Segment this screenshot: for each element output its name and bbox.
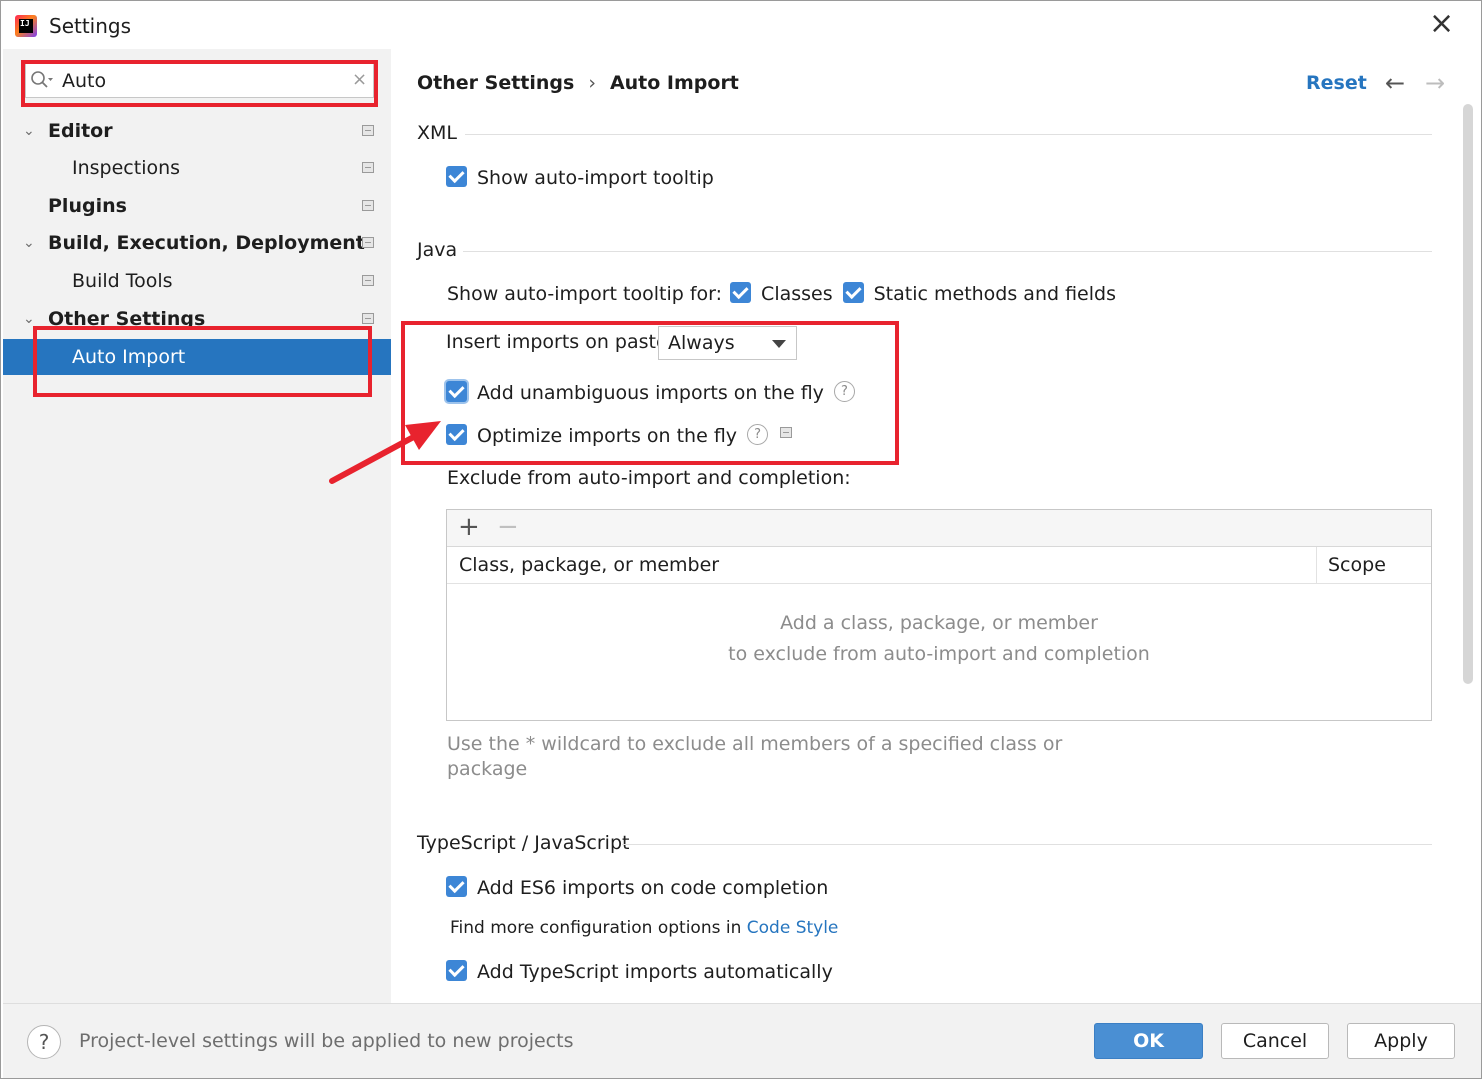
find-more-prefix: Find more configuration options in — [450, 918, 742, 938]
section-title-xml: XML — [417, 122, 457, 144]
checkbox-checked[interactable] — [446, 960, 467, 981]
es6-imports-option[interactable]: Add ES6 imports on code completion — [446, 875, 828, 901]
java-tooltip-for-row: Show auto-import tooltip for: Classes Stat… — [447, 281, 1116, 307]
tooltip-for-label: Show auto-import tooltip for: — [447, 283, 723, 305]
section-divider — [465, 134, 1432, 135]
sidebar-item-label: Editor — [48, 120, 113, 142]
xml-show-tooltip-option[interactable]: Show auto-import tooltip — [446, 165, 714, 191]
status-text: Project-level settings will be applied t… — [79, 1030, 574, 1052]
section-divider — [463, 251, 1432, 252]
settings-window: IJ Settings × × ⌄ Editor Inspections Plu… — [0, 0, 1482, 1079]
sidebar-item-inspections[interactable]: Inspections — [3, 150, 391, 186]
find-more-text: Find more configuration options in Code … — [450, 918, 838, 938]
column-separator[interactable] — [1316, 547, 1317, 584]
checkbox-label: Add ES6 imports on code completion — [477, 877, 829, 899]
settings-content: Other Settings › Auto Import Reset ← → XML… — [391, 49, 1481, 1003]
reset-link[interactable]: Reset — [1306, 72, 1367, 94]
back-arrow-icon[interactable]: ← — [1385, 69, 1405, 97]
column-header-member[interactable]: Class, package, or member — [459, 547, 719, 584]
project-level-icon — [362, 275, 374, 286]
breadcrumb-separator: › — [588, 72, 596, 94]
close-icon[interactable]: × — [1429, 9, 1454, 39]
apply-button[interactable]: Apply — [1347, 1023, 1455, 1059]
help-button[interactable]: ? — [27, 1025, 61, 1059]
project-level-icon — [362, 313, 374, 324]
table-header: Class, package, or member Scope — [447, 547, 1431, 584]
wildcard-hint: Use the * wildcard to exclude all member… — [447, 733, 1063, 755]
dialog-footer: ? Project-level settings will be applied… — [3, 1003, 1481, 1078]
ts-auto-imports-option[interactable]: Add TypeScript imports automatically — [446, 959, 833, 985]
breadcrumb-current: Auto Import — [609, 72, 739, 94]
title-bar: IJ Settings × — [1, 1, 1481, 49]
project-level-icon — [362, 162, 374, 173]
static-methods-label[interactable]: Static methods and fields — [874, 283, 1116, 305]
vertical-scrollbar[interactable] — [1463, 104, 1473, 684]
sidebar-item-plugins[interactable]: Plugins — [3, 188, 391, 224]
column-header-scope[interactable]: Scope — [1328, 547, 1386, 584]
checkbox-checked[interactable] — [446, 876, 467, 897]
checkbox-label: Add TypeScript imports automatically — [477, 961, 833, 983]
code-style-link[interactable]: Code Style — [747, 918, 839, 938]
sidebar-item-label: Inspections — [72, 157, 181, 179]
sidebar-item-build-tools[interactable]: Build Tools — [3, 263, 391, 299]
classes-label[interactable]: Classes — [761, 283, 833, 305]
forward-arrow-icon[interactable]: → — [1425, 69, 1445, 97]
exclude-label: Exclude from auto-import and completion: — [447, 467, 851, 489]
breadcrumb: Other Settings › Auto Import — [417, 72, 739, 94]
annotation-box-search — [21, 60, 378, 107]
sidebar-item-label: Build, Execution, Deployment — [48, 232, 365, 254]
app-icon-text: IJ — [20, 19, 30, 28]
section-divider — [622, 844, 1432, 845]
table-toolbar: + − — [447, 510, 1431, 547]
settings-sidebar: × ⌄ Editor Inspections Plugins ⌄ Build, … — [3, 49, 391, 1003]
sidebar-item-label: Plugins — [48, 195, 127, 217]
project-level-icon — [362, 200, 374, 211]
remove-icon[interactable]: − — [497, 512, 519, 542]
annotation-box-options — [401, 321, 899, 465]
exclude-table: + − Class, package, or member Scope Add … — [446, 509, 1432, 721]
sidebar-item-editor[interactable]: ⌄ Editor — [3, 113, 391, 149]
checkbox-checked[interactable] — [446, 166, 467, 187]
annotation-box-auto-import — [33, 326, 372, 397]
project-level-icon — [362, 125, 374, 136]
breadcrumb-parent[interactable]: Other Settings — [417, 72, 574, 94]
section-title-java: Java — [417, 239, 458, 261]
section-title-typescript: TypeScript / JavaScript — [417, 832, 630, 854]
table-empty-text: to exclude from auto-import and completi… — [728, 643, 1150, 665]
chevron-down-icon[interactable]: ⌄ — [23, 113, 39, 149]
add-icon[interactable]: + — [458, 512, 480, 542]
table-empty-text: Add a class, package, or member — [780, 612, 1098, 634]
window-title: Settings — [49, 14, 132, 38]
intellij-idea-icon: IJ — [15, 15, 37, 37]
checkbox-checked[interactable] — [842, 282, 864, 303]
ok-button[interactable]: OK — [1094, 1023, 1203, 1059]
checkbox-label: Show auto-import tooltip — [477, 167, 714, 189]
project-level-icon — [362, 237, 374, 248]
wildcard-hint: package — [447, 758, 528, 780]
cancel-button[interactable]: Cancel — [1221, 1023, 1329, 1059]
sidebar-item-build-execution-deployment[interactable]: ⌄ Build, Execution, Deployment — [3, 225, 391, 261]
chevron-down-icon[interactable]: ⌄ — [23, 225, 39, 261]
checkbox-checked[interactable] — [730, 282, 752, 303]
sidebar-item-label: Build Tools — [72, 270, 173, 292]
